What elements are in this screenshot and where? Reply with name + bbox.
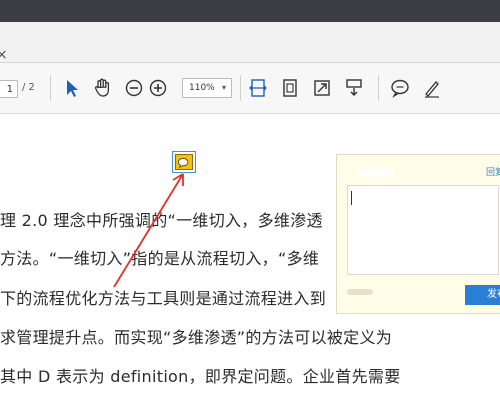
document-line: 其中 D 表示为 definition，即界定问题。企业首先需要 bbox=[0, 367, 401, 386]
comment-textarea[interactable] bbox=[347, 185, 499, 275]
reply-link[interactable]: 回复 bbox=[486, 165, 500, 178]
full-screen-icon[interactable] bbox=[310, 76, 334, 100]
note-annotation-icon[interactable] bbox=[172, 151, 196, 173]
scroll-mode-icon[interactable] bbox=[342, 76, 366, 100]
sign-icon[interactable] bbox=[420, 76, 444, 100]
toolbar-divider bbox=[50, 75, 51, 101]
zoom-value: 110% bbox=[189, 83, 215, 93]
toolbar-divider bbox=[240, 75, 241, 101]
comment-icon[interactable] bbox=[388, 76, 412, 100]
close-tab-icon[interactable]: × bbox=[0, 48, 10, 62]
zoom-in-icon[interactable] bbox=[146, 76, 170, 100]
document-line: 求管理提升点。而实现“多维渗透”的方法可以被定义为 bbox=[0, 328, 393, 347]
window-title-bar bbox=[0, 0, 500, 22]
fit-page-icon[interactable] bbox=[278, 76, 302, 100]
post-button[interactable]: 发布 bbox=[465, 285, 500, 305]
tab-bar: × bbox=[0, 22, 500, 63]
hand-icon[interactable] bbox=[90, 76, 114, 100]
document-line: 方法。“一维切入”指的是从流程切入，“多维 bbox=[0, 249, 320, 268]
zoom-out-icon[interactable] bbox=[122, 76, 146, 100]
note-bubble bbox=[175, 154, 193, 170]
document-line: 理 2.0 理念中所强调的“一维切入，多维渗透 bbox=[0, 211, 323, 230]
comment-hint bbox=[347, 289, 373, 295]
chevron-down-icon: ▾ bbox=[221, 83, 226, 92]
page-total-label: / 2 bbox=[22, 82, 35, 93]
document-line: 下的流程优化方法与工具则是通过流程进入到 bbox=[0, 289, 327, 308]
fit-width-icon[interactable] bbox=[246, 76, 270, 100]
select-arrow-icon[interactable] bbox=[60, 76, 84, 100]
page-number-input[interactable]: 1 bbox=[0, 80, 18, 98]
toolbar-divider bbox=[378, 75, 379, 101]
text-cursor bbox=[351, 191, 352, 205]
author-name bbox=[357, 169, 393, 177]
toolbar: 1 / 2 110% ▾ bbox=[0, 63, 500, 114]
zoom-select[interactable]: 110% ▾ bbox=[182, 78, 232, 98]
comment-popup: 回复 发布 bbox=[336, 154, 500, 314]
